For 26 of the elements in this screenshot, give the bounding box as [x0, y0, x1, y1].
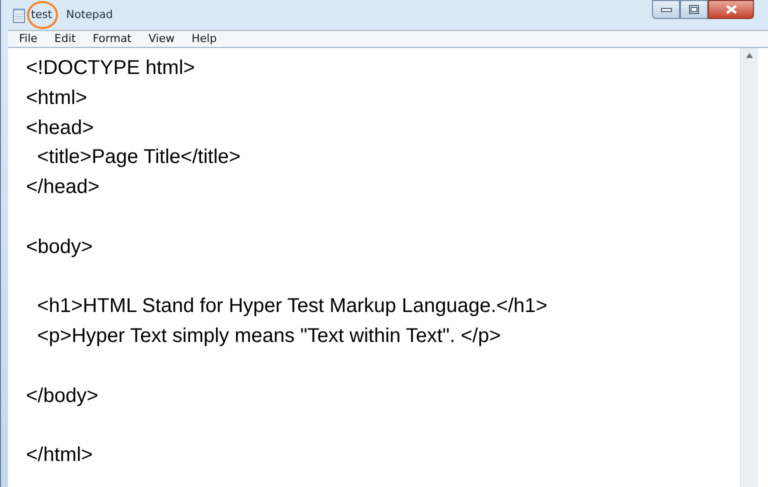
code-line: </html>: [26, 443, 93, 468]
scroll-bar[interactable]: [740, 48, 758, 487]
code-line: <body>: [26, 234, 93, 260]
document-name: test: [31, 6, 52, 23]
close-icon: [726, 5, 736, 14]
menu-item[interactable]: File: [8, 30, 44, 48]
notepad-icon: [13, 8, 25, 22]
maximize-button[interactable]: [680, 0, 708, 19]
menu-item[interactable]: Help: [180, 30, 223, 48]
menu-item[interactable]: View: [138, 30, 181, 48]
code-line: <head>: [26, 116, 94, 141]
close-button[interactable]: [708, 0, 754, 19]
code-line: <title>Page Title</title>: [36, 145, 241, 170]
menu-item[interactable]: Format: [82, 30, 138, 48]
code-line: <h1>HTML Stand for Hyper Test Markup Language.</h1>: [36, 294, 548, 320]
window-title: Notepad: [66, 6, 113, 23]
code-line: <!DOCTYPE html>: [26, 56, 195, 81]
minimize-icon: [660, 8, 672, 12]
menu-item[interactable]: Edit: [43, 30, 82, 48]
code-line: <html>: [26, 86, 88, 111]
code-line: </body>: [26, 384, 98, 409]
code-line: </head>: [26, 175, 100, 200]
minimize-button[interactable]: [652, 0, 680, 19]
code-line: <p>Hyper Text simply means "Text within Text". </p>: [36, 324, 501, 350]
maximize-icon: [689, 5, 699, 14]
scroll-up-icon[interactable]: [746, 53, 753, 58]
